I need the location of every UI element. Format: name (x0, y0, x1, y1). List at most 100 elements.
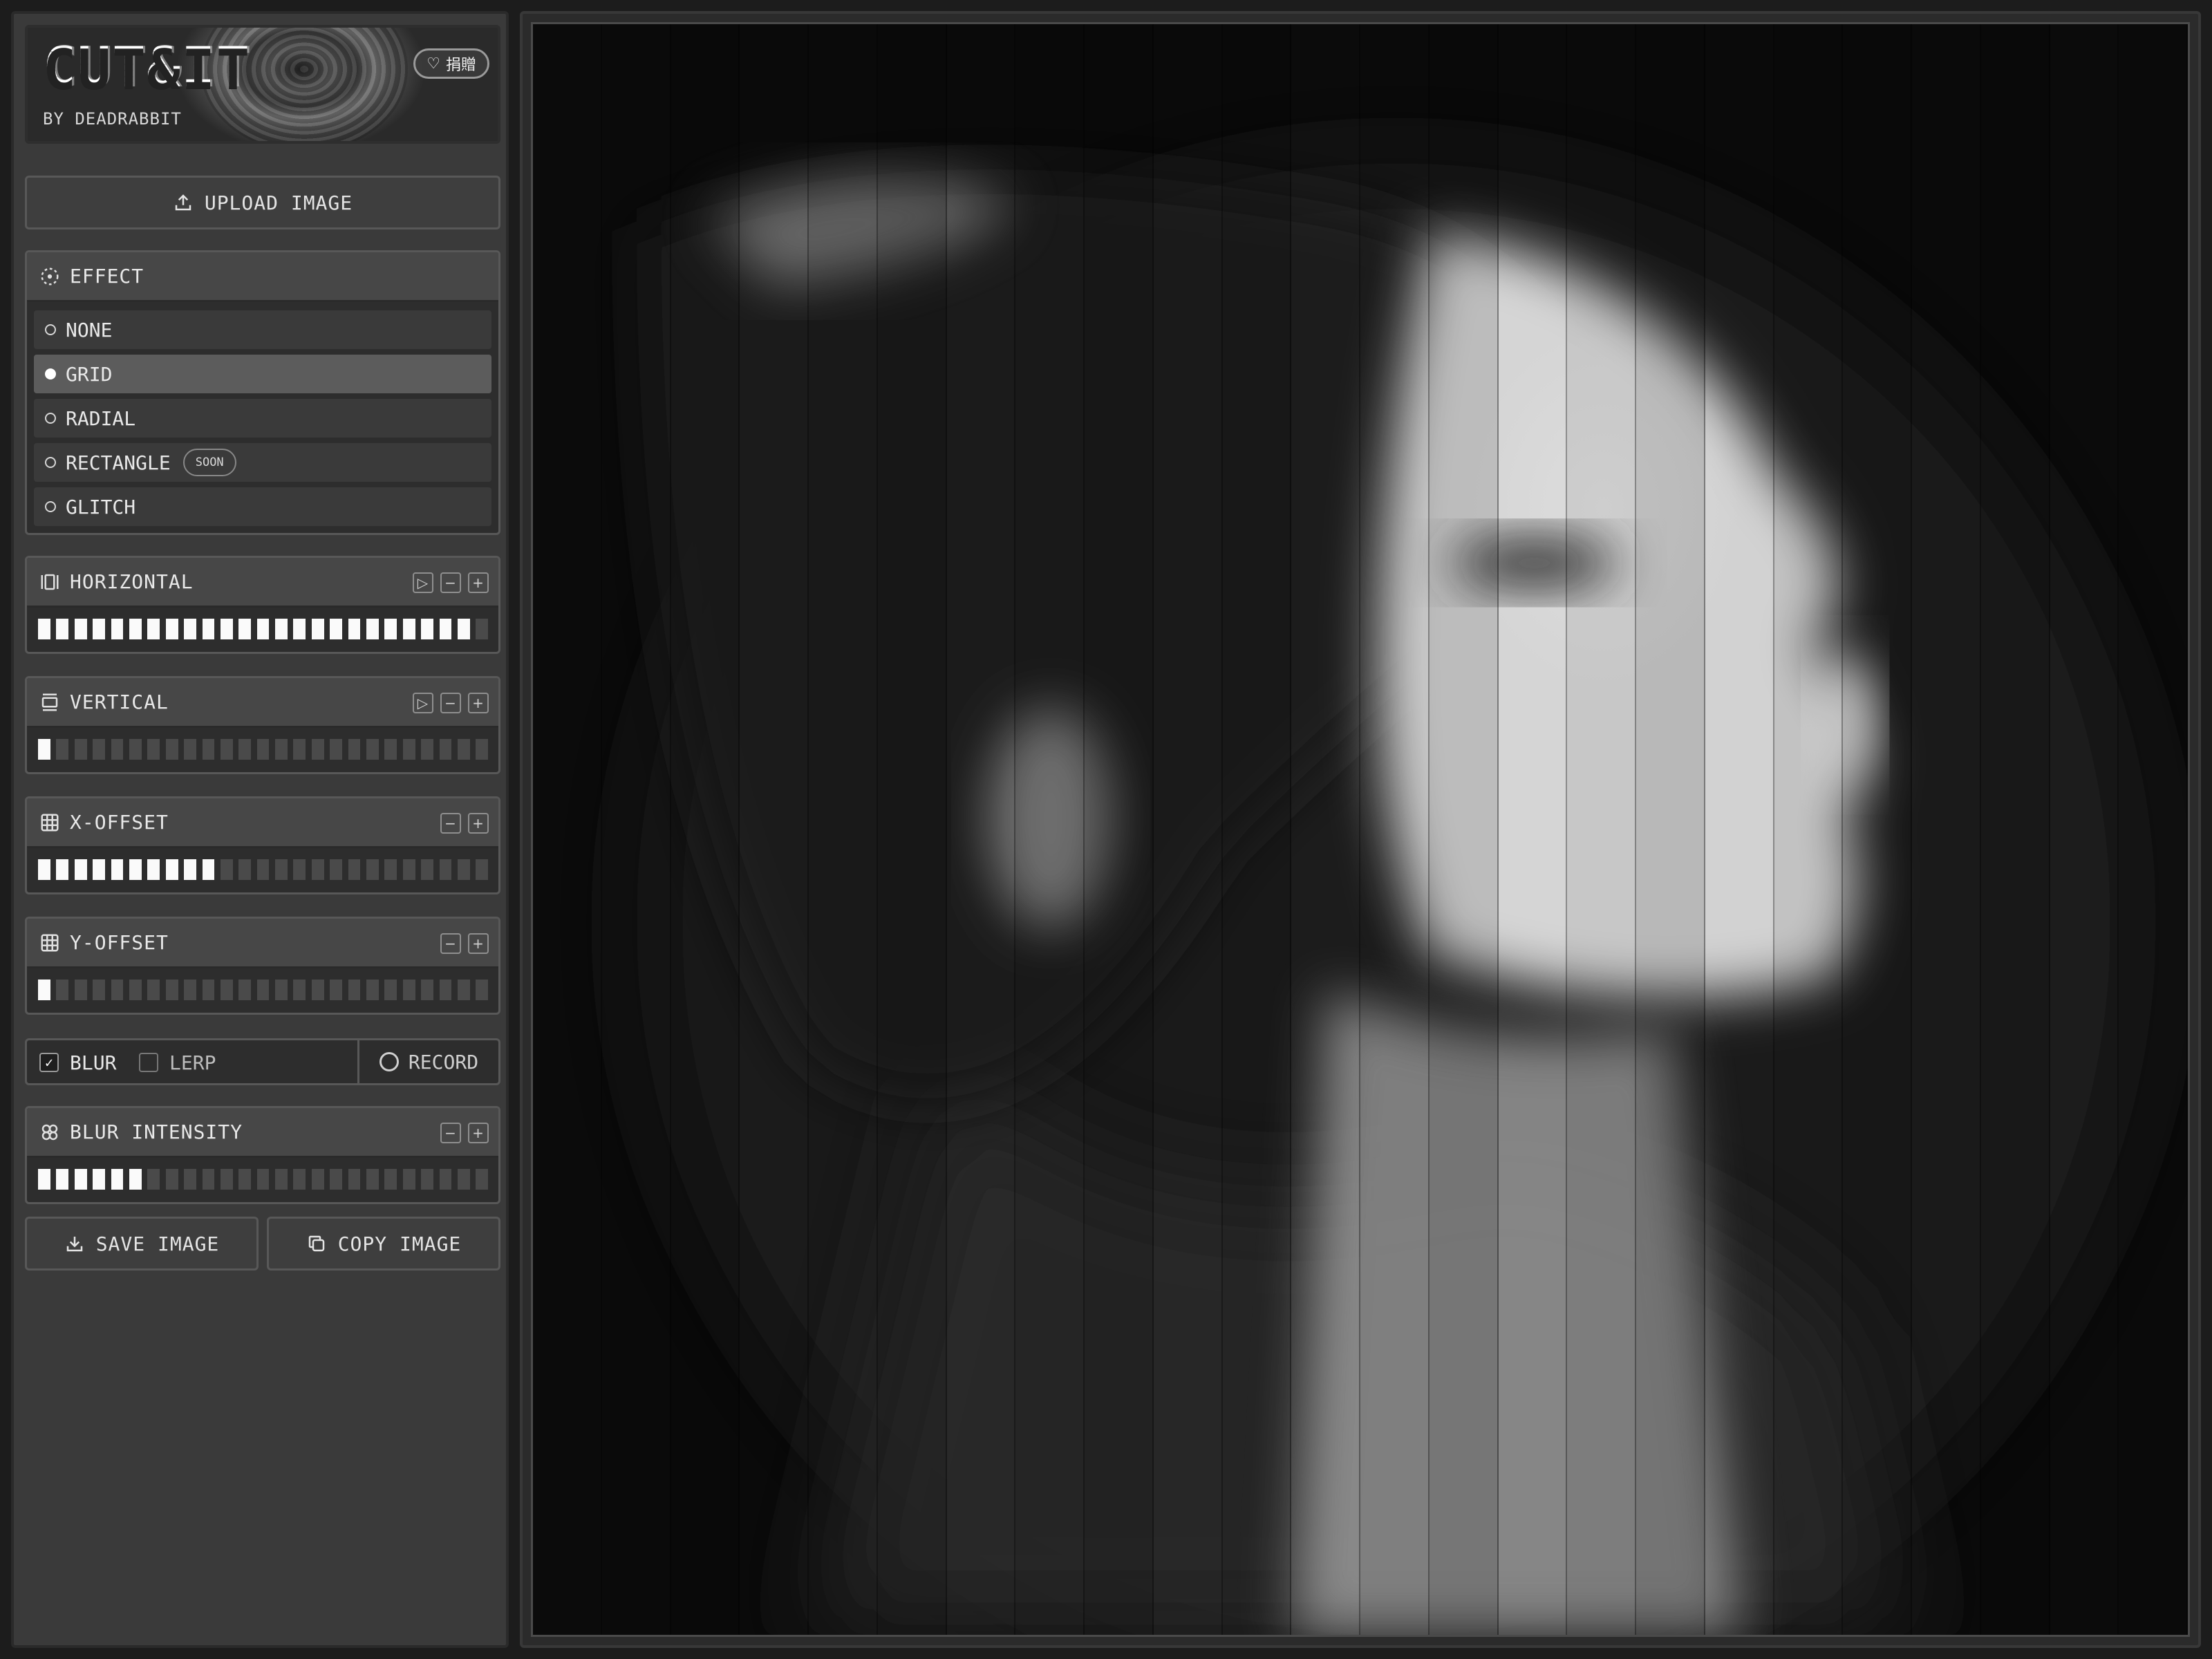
slider-segment[interactable] (256, 619, 270, 639)
x-offset-slider[interactable] (38, 859, 489, 880)
slider-segment[interactable] (184, 859, 196, 880)
slider-segment[interactable] (311, 739, 324, 760)
slider-segment[interactable] (439, 619, 452, 639)
slider-segment[interactable] (38, 1169, 50, 1190)
slider-segment[interactable] (384, 980, 397, 1000)
slider-segment[interactable] (330, 619, 343, 639)
slider-segment[interactable] (111, 739, 124, 760)
slider-segment[interactable] (56, 739, 69, 760)
slider-segment[interactable] (348, 619, 361, 639)
slider-segment[interactable] (457, 739, 470, 760)
slider-segment[interactable] (56, 1169, 69, 1190)
slider-segment[interactable] (38, 739, 50, 760)
slider-segment[interactable] (56, 980, 69, 1000)
vertical-slider[interactable] (38, 739, 489, 760)
slider-segment[interactable] (93, 739, 105, 760)
slider-segment[interactable] (202, 980, 215, 1000)
slider-segment[interactable] (293, 859, 306, 880)
slider-segment[interactable] (330, 1169, 343, 1190)
save-image-button[interactable]: SAVE IMAGE (25, 1217, 259, 1271)
upload-image-button[interactable]: UPLOAD IMAGE (25, 176, 500, 229)
slider-segment[interactable] (275, 1169, 288, 1190)
slider-segment[interactable] (220, 859, 233, 880)
slider-segment[interactable] (293, 1169, 306, 1190)
slider-segment[interactable] (330, 859, 343, 880)
y-offset-decrement-button[interactable]: − (440, 933, 461, 954)
slider-segment[interactable] (74, 1169, 87, 1190)
slider-segment[interactable] (402, 859, 415, 880)
blur-intensity-decrement-button[interactable]: − (440, 1123, 461, 1143)
slider-segment[interactable] (275, 739, 288, 760)
slider-segment[interactable] (421, 619, 433, 639)
slider-segment[interactable] (384, 859, 397, 880)
slider-segment[interactable] (220, 619, 233, 639)
slider-segment[interactable] (74, 619, 87, 639)
slider-segment[interactable] (421, 859, 433, 880)
effect-option-radial[interactable]: RADIAL (34, 399, 491, 438)
slider-segment[interactable] (402, 1169, 415, 1190)
slider-segment[interactable] (129, 739, 142, 760)
slider-segment[interactable] (421, 739, 433, 760)
slider-segment[interactable] (202, 619, 215, 639)
slider-segment[interactable] (348, 739, 361, 760)
slider-segment[interactable] (256, 1169, 270, 1190)
slider-segment[interactable] (38, 859, 50, 880)
slider-segment[interactable] (165, 980, 178, 1000)
slider-segment[interactable] (220, 739, 233, 760)
slider-segment[interactable] (220, 980, 233, 1000)
slider-segment[interactable] (275, 980, 288, 1000)
slider-segment[interactable] (238, 739, 252, 760)
slider-segment[interactable] (256, 739, 270, 760)
vertical-increment-button[interactable]: + (468, 693, 489, 713)
slider-segment[interactable] (129, 980, 142, 1000)
x-offset-increment-button[interactable]: + (468, 813, 489, 834)
slider-segment[interactable] (457, 980, 470, 1000)
slider-segment[interactable] (457, 1169, 470, 1190)
slider-segment[interactable] (111, 859, 124, 880)
slider-segment[interactable] (202, 859, 215, 880)
slider-segment[interactable] (384, 1169, 397, 1190)
slider-segment[interactable] (147, 619, 160, 639)
blur-intensity-increment-button[interactable]: + (468, 1123, 489, 1143)
donate-button[interactable]: ♡ 捐贈 (413, 48, 489, 79)
slider-segment[interactable] (184, 619, 196, 639)
slider-segment[interactable] (275, 859, 288, 880)
slider-segment[interactable] (165, 859, 178, 880)
slider-segment[interactable] (147, 859, 160, 880)
slider-segment[interactable] (111, 619, 124, 639)
slider-segment[interactable] (256, 980, 270, 1000)
slider-segment[interactable] (311, 859, 324, 880)
slider-segment[interactable] (93, 859, 105, 880)
slider-segment[interactable] (439, 980, 452, 1000)
blur-intensity-slider[interactable] (38, 1169, 489, 1190)
record-button[interactable]: RECORD (357, 1040, 498, 1083)
y-offset-slider[interactable] (38, 980, 489, 1000)
slider-segment[interactable] (93, 980, 105, 1000)
slider-segment[interactable] (56, 859, 69, 880)
slider-segment[interactable] (184, 980, 196, 1000)
slider-segment[interactable] (238, 859, 252, 880)
y-offset-increment-button[interactable]: + (468, 933, 489, 954)
slider-segment[interactable] (402, 980, 415, 1000)
slider-segment[interactable] (202, 739, 215, 760)
slider-segment[interactable] (165, 1169, 178, 1190)
slider-segment[interactable] (275, 619, 288, 639)
slider-segment[interactable] (439, 1169, 452, 1190)
blur-checkbox[interactable]: ✓ (39, 1053, 59, 1072)
slider-segment[interactable] (348, 980, 361, 1000)
slider-segment[interactable] (184, 1169, 196, 1190)
effect-option-rectangle[interactable]: RECTANGLE SOON (34, 443, 491, 482)
vertical-decrement-button[interactable]: − (440, 693, 461, 713)
slider-segment[interactable] (293, 980, 306, 1000)
preview-canvas[interactable] (531, 22, 2190, 1637)
horizontal-decrement-button[interactable]: − (440, 572, 461, 593)
slider-segment[interactable] (311, 619, 324, 639)
slider-segment[interactable] (366, 980, 379, 1000)
slider-segment[interactable] (348, 1169, 361, 1190)
horizontal-play-button[interactable]: ▷ (413, 572, 433, 593)
slider-segment[interactable] (38, 980, 50, 1000)
slider-segment[interactable] (165, 739, 178, 760)
slider-segment[interactable] (184, 739, 196, 760)
slider-segment[interactable] (238, 980, 252, 1000)
slider-segment[interactable] (439, 739, 452, 760)
